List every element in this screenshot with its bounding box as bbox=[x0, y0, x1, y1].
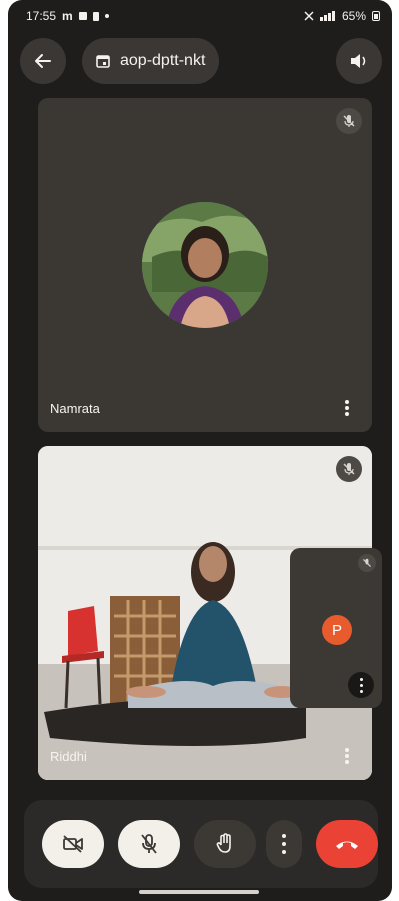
more-options-button[interactable] bbox=[266, 820, 302, 868]
menu-dot bbox=[345, 412, 349, 416]
avatar-photo bbox=[142, 202, 268, 328]
participant-menu-button[interactable] bbox=[338, 746, 356, 766]
status-icon-m: m bbox=[62, 9, 73, 23]
raise-hand-icon bbox=[216, 833, 231, 853]
end-call-button[interactable] bbox=[316, 820, 378, 868]
mute-icon bbox=[304, 11, 314, 21]
participant-name: Namrata bbox=[50, 401, 100, 416]
menu-dot bbox=[359, 683, 363, 687]
sd-card-icon bbox=[92, 11, 99, 21]
menu-dot bbox=[282, 842, 286, 846]
home-indicator[interactable] bbox=[139, 890, 259, 894]
mic-off-icon bbox=[343, 115, 355, 127]
self-avatar: P bbox=[322, 615, 352, 645]
raise-hand-button[interactable] bbox=[194, 820, 256, 868]
menu-dot bbox=[282, 834, 286, 838]
status-left: 17:55 m bbox=[26, 9, 109, 23]
meeting-screen: 17:55 m 65% aop-dptt-nkt Namrata Riddhi … bbox=[8, 0, 392, 901]
end-call-icon bbox=[336, 841, 358, 849]
participant-name: Riddhi bbox=[50, 749, 87, 764]
menu-dot bbox=[359, 689, 363, 693]
camera-off-icon bbox=[63, 835, 83, 853]
call-controls bbox=[24, 800, 378, 888]
mic-off-icon bbox=[363, 558, 371, 567]
self-view-menu-button[interactable] bbox=[348, 672, 374, 698]
speaker-button[interactable] bbox=[336, 38, 382, 84]
camera-toggle-button[interactable] bbox=[42, 820, 104, 868]
muted-indicator bbox=[358, 554, 376, 572]
menu-dot bbox=[345, 400, 349, 404]
self-view-tile[interactable]: P bbox=[290, 548, 382, 708]
menu-dot bbox=[345, 406, 349, 410]
participant-avatar bbox=[142, 202, 268, 328]
status-right: 65% bbox=[304, 9, 380, 23]
menu-dot bbox=[282, 850, 286, 854]
muted-indicator bbox=[336, 456, 362, 482]
muted-indicator bbox=[336, 108, 362, 134]
participant-tile[interactable]: Namrata bbox=[38, 98, 372, 432]
notification-dot bbox=[104, 14, 109, 18]
speaker-icon bbox=[351, 54, 366, 68]
mic-off-icon bbox=[343, 463, 355, 475]
notification-icon bbox=[78, 12, 87, 20]
time: 17:55 bbox=[26, 9, 57, 23]
meeting-header: aop-dptt-nkt bbox=[8, 38, 392, 84]
microphone-toggle-button[interactable] bbox=[118, 820, 180, 868]
status-bar: 17:55 m 65% bbox=[8, 0, 392, 32]
back-button[interactable] bbox=[20, 38, 66, 84]
meeting-code-chip[interactable]: aop-dptt-nkt bbox=[82, 38, 220, 84]
calendar-icon bbox=[96, 55, 110, 68]
battery-percent: 65% bbox=[341, 9, 366, 23]
menu-dot bbox=[359, 677, 363, 681]
menu-dot bbox=[345, 760, 349, 764]
mic-off-icon bbox=[141, 834, 157, 854]
menu-dot bbox=[345, 754, 349, 758]
battery-icon bbox=[372, 11, 380, 21]
back-arrow-icon bbox=[35, 54, 51, 68]
meeting-code: aop-dptt-nkt bbox=[120, 52, 206, 69]
participant-menu-button[interactable] bbox=[338, 398, 356, 418]
signal-icon bbox=[319, 11, 335, 21]
menu-dot bbox=[345, 748, 349, 752]
